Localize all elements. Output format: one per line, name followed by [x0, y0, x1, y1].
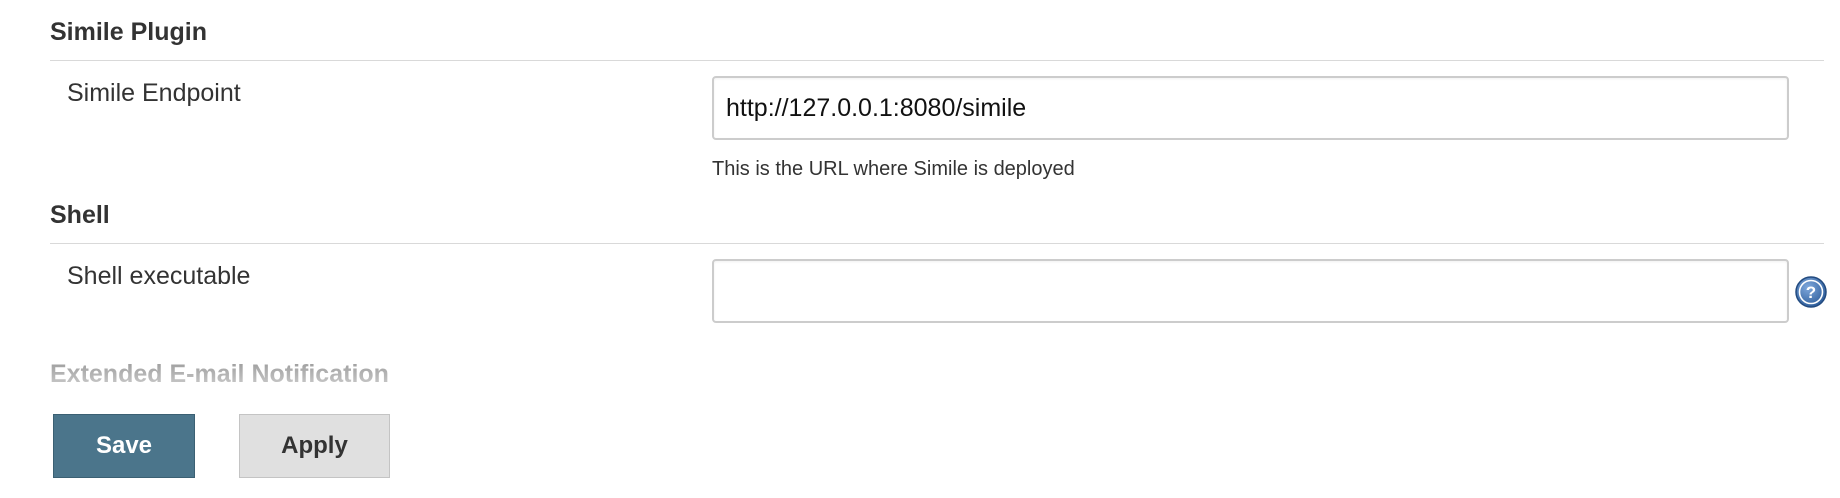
- svg-text:?: ?: [1806, 283, 1816, 302]
- simile-endpoint-input[interactable]: [712, 76, 1789, 140]
- shell-executable-input[interactable]: [712, 259, 1789, 323]
- apply-button[interactable]: Apply: [239, 414, 390, 478]
- section-header-shell: Shell: [50, 201, 1824, 244]
- question-mark-help-icon[interactable]: ?: [1795, 276, 1827, 308]
- section-header-simile-plugin: Simile Plugin: [50, 18, 1824, 61]
- simile-endpoint-help-text: This is the URL where Simile is deployed: [712, 158, 1075, 180]
- save-button[interactable]: Save: [53, 414, 195, 478]
- section-header-extended-email-notification: Extended E-mail Notification: [50, 360, 389, 388]
- simile-endpoint-label: Simile Endpoint: [67, 79, 241, 107]
- shell-executable-label: Shell executable: [67, 262, 251, 290]
